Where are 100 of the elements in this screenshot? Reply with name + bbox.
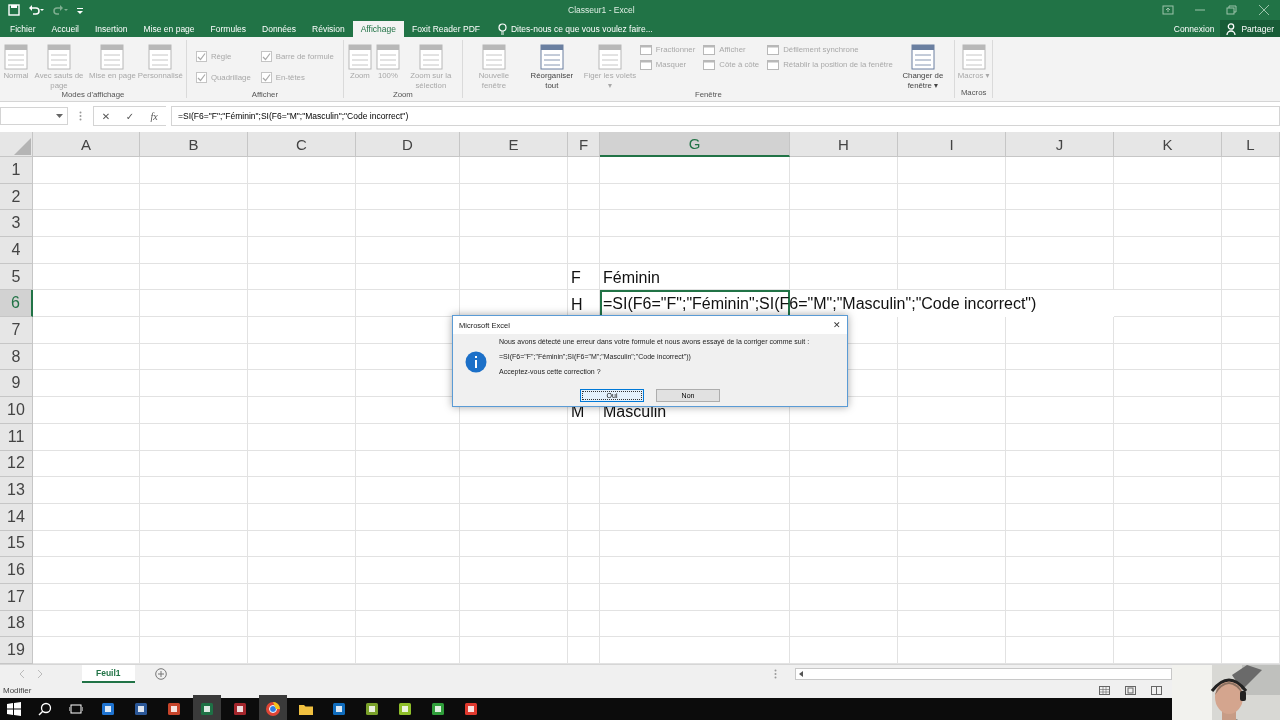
table-cell[interactable] bbox=[460, 530, 568, 558]
column-header[interactable]: E bbox=[460, 132, 568, 157]
table-cell[interactable] bbox=[600, 637, 790, 664]
table-cell[interactable] bbox=[1006, 530, 1114, 558]
table-cell[interactable] bbox=[33, 610, 140, 638]
table-cell[interactable] bbox=[33, 317, 140, 344]
table-cell[interactable] bbox=[1006, 237, 1114, 264]
column-header[interactable]: G bbox=[600, 132, 790, 157]
table-cell[interactable] bbox=[600, 583, 790, 611]
table-cell[interactable] bbox=[568, 237, 600, 264]
table-cell[interactable] bbox=[568, 477, 600, 504]
ribbon-options-icon[interactable] bbox=[1162, 5, 1174, 15]
add-sheet-icon[interactable] bbox=[154, 668, 167, 680]
table-cell[interactable] bbox=[248, 157, 356, 184]
table-cell[interactable] bbox=[356, 450, 460, 478]
table-cell[interactable] bbox=[898, 397, 1006, 424]
table-cell[interactable] bbox=[33, 210, 140, 238]
undo-icon[interactable] bbox=[28, 4, 44, 16]
table-cell[interactable] bbox=[460, 210, 568, 238]
table-cell[interactable] bbox=[356, 157, 460, 184]
table-cell[interactable] bbox=[248, 210, 356, 238]
table-cell[interactable] bbox=[898, 423, 1006, 451]
table-cell[interactable] bbox=[1006, 450, 1114, 478]
table-cell[interactable] bbox=[1006, 423, 1114, 451]
table-cell[interactable] bbox=[460, 263, 568, 291]
table-cell[interactable] bbox=[1114, 290, 1222, 318]
table-cell[interactable] bbox=[248, 237, 356, 264]
table-cell[interactable] bbox=[1114, 503, 1222, 531]
table-cell[interactable] bbox=[1114, 397, 1222, 424]
table-cell[interactable]: F bbox=[568, 263, 600, 291]
table-cell[interactable] bbox=[356, 477, 460, 504]
ribbon-tab[interactable]: Révision bbox=[304, 20, 353, 37]
table-cell[interactable] bbox=[140, 610, 248, 638]
table-cell[interactable] bbox=[790, 450, 898, 478]
ribbon-tab[interactable]: Insertion bbox=[86, 20, 136, 37]
table-cell[interactable] bbox=[1114, 183, 1222, 211]
table-cell[interactable] bbox=[790, 210, 898, 238]
table-cell[interactable] bbox=[1222, 423, 1280, 451]
table-cell[interactable] bbox=[898, 503, 1006, 531]
table-cell[interactable] bbox=[1006, 183, 1114, 211]
table-cell[interactable] bbox=[1222, 477, 1280, 504]
table-cell[interactable] bbox=[790, 503, 898, 531]
table-cell[interactable] bbox=[1222, 610, 1280, 638]
table-cell[interactable] bbox=[568, 503, 600, 531]
column-header[interactable]: C bbox=[248, 132, 356, 157]
share-button[interactable]: Partager bbox=[1220, 20, 1280, 37]
table-cell[interactable] bbox=[33, 583, 140, 611]
table-cell[interactable] bbox=[1114, 610, 1222, 638]
table-cell[interactable] bbox=[898, 530, 1006, 558]
table-cell[interactable] bbox=[33, 343, 140, 371]
ribbon-tab[interactable]: Mise en page bbox=[135, 20, 203, 37]
table-cell[interactable] bbox=[248, 317, 356, 344]
table-cell[interactable] bbox=[140, 557, 248, 584]
table-cell[interactable] bbox=[356, 503, 460, 531]
table-cell[interactable] bbox=[460, 503, 568, 531]
table-cell[interactable] bbox=[356, 210, 460, 238]
row-header[interactable]: 1 bbox=[0, 157, 33, 184]
table-cell[interactable] bbox=[1114, 530, 1222, 558]
table-cell[interactable] bbox=[1114, 477, 1222, 504]
column-header[interactable]: H bbox=[790, 132, 898, 157]
table-cell[interactable] bbox=[898, 583, 1006, 611]
table-cell[interactable] bbox=[356, 610, 460, 638]
table-cell[interactable] bbox=[1006, 583, 1114, 611]
ribbon-tab[interactable]: Données bbox=[254, 20, 305, 37]
table-cell[interactable] bbox=[1006, 477, 1114, 504]
table-cell[interactable] bbox=[248, 290, 356, 318]
table-cell[interactable] bbox=[568, 423, 600, 451]
table-cell[interactable] bbox=[140, 290, 248, 318]
row-header[interactable]: 5 bbox=[0, 263, 33, 291]
table-cell[interactable] bbox=[568, 610, 600, 638]
table-cell[interactable] bbox=[1006, 503, 1114, 531]
formula-field[interactable]: =SI(F6="F";"Féminin";SI(F6="M";"Masculin";"Code incorrect") bbox=[171, 106, 1280, 126]
app-icon[interactable] bbox=[463, 701, 479, 717]
table-cell[interactable] bbox=[1222, 210, 1280, 238]
table-cell[interactable] bbox=[898, 610, 1006, 638]
table-cell[interactable] bbox=[790, 610, 898, 638]
table-cell[interactable] bbox=[248, 610, 356, 638]
table-cell[interactable] bbox=[140, 423, 248, 451]
table-cell[interactable] bbox=[140, 450, 248, 478]
windows-logo-icon[interactable] bbox=[7, 702, 21, 716]
table-cell[interactable] bbox=[790, 530, 898, 558]
table-cell[interactable] bbox=[600, 450, 790, 478]
row-header[interactable]: 9 bbox=[0, 370, 33, 398]
table-cell[interactable] bbox=[898, 637, 1006, 664]
ribbon-tab[interactable]: Formules bbox=[202, 20, 254, 37]
table-cell[interactable] bbox=[1114, 210, 1222, 238]
row-header[interactable]: 12 bbox=[0, 450, 33, 478]
table-cell[interactable] bbox=[33, 450, 140, 478]
ribbon-tab[interactable]: Affichage bbox=[352, 21, 404, 37]
table-cell[interactable] bbox=[33, 290, 140, 318]
sheet-tab[interactable]: Feuil1 bbox=[82, 665, 135, 683]
table-cell[interactable] bbox=[356, 583, 460, 611]
table-cell[interactable] bbox=[1222, 237, 1280, 264]
table-cell[interactable] bbox=[1222, 557, 1280, 584]
table-cell[interactable] bbox=[568, 210, 600, 238]
table-cell[interactable] bbox=[790, 423, 898, 451]
table-cell[interactable] bbox=[790, 583, 898, 611]
table-cell[interactable] bbox=[140, 317, 248, 344]
table-cell[interactable] bbox=[1114, 263, 1222, 291]
row-header[interactable]: 4 bbox=[0, 237, 33, 264]
